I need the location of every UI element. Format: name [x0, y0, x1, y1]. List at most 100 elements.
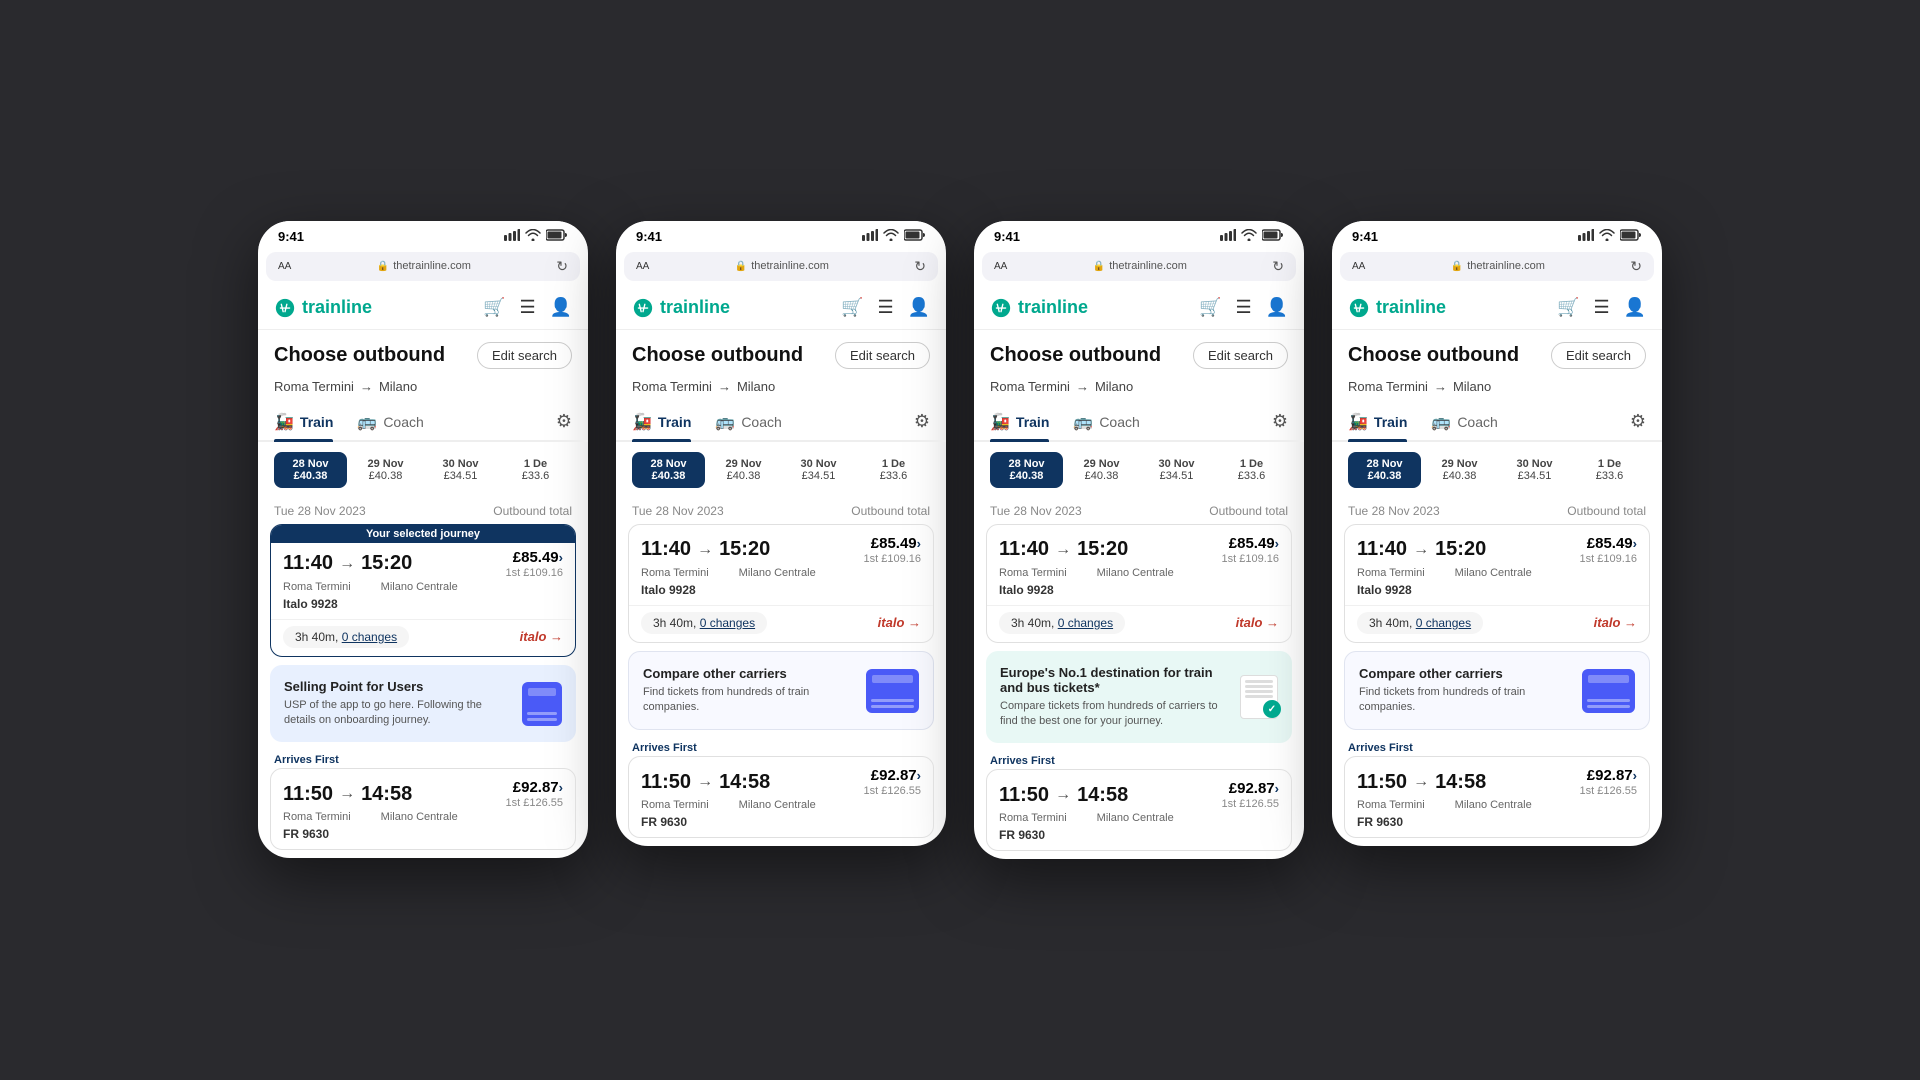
tabs-row: 🚂 Train 🚌 Coach ⚙: [1332, 404, 1662, 442]
banner-card[interactable]: Compare other carriers Find tickets from…: [1344, 651, 1650, 731]
date-pill-3[interactable]: 1 De £33.6: [499, 452, 572, 488]
browser-bar[interactable]: AA 🔒 thetrainline.com ↻: [624, 252, 938, 281]
edit-search-button[interactable]: Edit search: [1193, 342, 1288, 369]
journey-times: 11:40 → 15:20: [641, 538, 770, 561]
date-pill-0[interactable]: 28 Nov £40.38: [632, 452, 705, 488]
date-pill-1[interactable]: 29 Nov £40.38: [1423, 452, 1496, 488]
journey-card-0[interactable]: Your selected journey 11:40 → 15:20 £85.…: [270, 524, 576, 657]
menu-icon[interactable]: ☰: [877, 297, 893, 318]
menu-icon[interactable]: ☰: [519, 297, 535, 318]
changes-link[interactable]: 0 changes: [1416, 616, 1471, 630]
edit-search-button[interactable]: Edit search: [835, 342, 930, 369]
tab-coach[interactable]: 🚌 Coach: [715, 404, 781, 440]
route-to: Milano: [1453, 379, 1491, 394]
route-arrow: →: [360, 379, 373, 394]
changes-tag: 3h 40m, 0 changes: [999, 612, 1125, 634]
trainline-logo[interactable]: trainline: [990, 297, 1088, 319]
profile-icon[interactable]: 👤: [1266, 297, 1288, 318]
date-pill-2[interactable]: 30 Nov £34.51: [424, 452, 497, 488]
filter-icon[interactable]: ⚙: [1630, 411, 1646, 432]
browser-bar[interactable]: AA 🔒 thetrainline.com ↻: [266, 252, 580, 281]
wifi-icon: [883, 229, 899, 244]
banner-card[interactable]: Compare other carriers Find tickets from…: [628, 651, 934, 731]
af-price-block: £92.87› 1st £126.55: [1222, 780, 1280, 810]
tabs-row: 🚂 Train 🚌 Coach ⚙: [258, 404, 588, 442]
date-pill-0[interactable]: 28 Nov £40.38: [274, 452, 347, 488]
tab-coach[interactable]: 🚌 Coach: [357, 404, 423, 440]
journey-price-block: £85.49› 1st £109.16: [1222, 535, 1280, 565]
tab-train[interactable]: 🚂 Train: [632, 404, 691, 440]
signal-icon: [1220, 229, 1236, 244]
journey-arrow: →: [1055, 541, 1071, 559]
profile-icon[interactable]: 👤: [550, 297, 572, 318]
logo-icon: [274, 297, 296, 319]
af-arrow: →: [339, 785, 355, 803]
battery-icon: [546, 229, 568, 244]
section-header: Tue 28 Nov 2023 Outbound total: [258, 498, 588, 524]
filter-icon[interactable]: ⚙: [1272, 411, 1288, 432]
af-price-block: £92.87› 1st £126.55: [506, 779, 564, 809]
basket-icon[interactable]: 🛒: [1557, 297, 1579, 318]
filter-icon[interactable]: ⚙: [914, 411, 930, 432]
refresh-icon[interactable]: ↻: [914, 258, 926, 275]
af-train-ref: FR 9630: [283, 827, 563, 841]
tab-train[interactable]: 🚂 Train: [1348, 404, 1407, 440]
af-time-row: 11:50 → 14:58 £92.87› 1st £126.55: [641, 767, 921, 797]
trainline-logo[interactable]: trainline: [632, 297, 730, 319]
arrives-first-card[interactable]: 11:50 → 14:58 £92.87› 1st £126.55 Roma T…: [986, 769, 1292, 851]
date-pill-2[interactable]: 30 Nov £34.51: [782, 452, 855, 488]
af-arrow: →: [1413, 773, 1429, 791]
filter-icon[interactable]: ⚙: [556, 411, 572, 432]
date-pill-3[interactable]: 1 De £33.6: [857, 452, 930, 488]
banner-card[interactable]: Selling Point for Users USP of the app t…: [270, 665, 576, 743]
date-pill-1[interactable]: 29 Nov £40.38: [349, 452, 422, 488]
banner-text: Selling Point for Users USP of the app t…: [284, 679, 512, 729]
arrives-first-card[interactable]: 11:50 → 14:58 £92.87› 1st £126.55 Roma T…: [270, 768, 576, 850]
refresh-icon[interactable]: ↻: [1630, 258, 1642, 275]
profile-icon[interactable]: 👤: [908, 297, 930, 318]
date-scroll: 28 Nov £40.38 29 Nov £40.38 30 Nov £34.5…: [974, 442, 1304, 498]
edit-search-button[interactable]: Edit search: [477, 342, 572, 369]
date-pill-2[interactable]: 30 Nov £34.51: [1140, 452, 1213, 488]
trainline-logo[interactable]: trainline: [274, 297, 372, 319]
browser-bar[interactable]: AA 🔒 thetrainline.com ↻: [1340, 252, 1654, 281]
date-label: 28 Nov: [994, 458, 1059, 470]
date-pill-0[interactable]: 28 Nov £40.38: [990, 452, 1063, 488]
journey-card-0[interactable]: 11:40 → 15:20 £85.49› 1st £109.16 Roma T…: [986, 524, 1292, 643]
banner-card[interactable]: Europe's No.1 destination for train and …: [986, 651, 1292, 744]
journey-footer: 3h 40m, 0 changes italo →: [987, 605, 1291, 642]
edit-search-button[interactable]: Edit search: [1551, 342, 1646, 369]
arrives-first-card[interactable]: 11:50 → 14:58 £92.87› 1st £126.55 Roma T…: [1344, 756, 1650, 838]
basket-icon[interactable]: 🛒: [1199, 297, 1221, 318]
tab-coach[interactable]: 🚌 Coach: [1073, 404, 1139, 440]
changes-link[interactable]: 0 changes: [1058, 616, 1113, 630]
journey-card-0[interactable]: 11:40 → 15:20 £85.49› 1st £109.16 Roma T…: [1344, 524, 1650, 643]
date-scroll: 28 Nov £40.38 29 Nov £40.38 30 Nov £34.5…: [616, 442, 946, 498]
date-pill-1[interactable]: 29 Nov £40.38: [707, 452, 780, 488]
changes-link[interactable]: 0 changes: [700, 616, 755, 630]
date-pill-2[interactable]: 30 Nov £34.51: [1498, 452, 1571, 488]
date-price: £33.6: [861, 470, 926, 482]
refresh-icon[interactable]: ↻: [556, 258, 568, 275]
basket-icon[interactable]: 🛒: [483, 297, 505, 318]
tab-train[interactable]: 🚂 Train: [990, 404, 1049, 440]
browser-bar[interactable]: AA 🔒 thetrainline.com ↻: [982, 252, 1296, 281]
trainline-logo[interactable]: trainline: [1348, 297, 1446, 319]
date-price: £40.38: [278, 470, 343, 482]
menu-icon[interactable]: ☰: [1235, 297, 1251, 318]
tab-train[interactable]: 🚂 Train: [274, 404, 333, 440]
menu-icon[interactable]: ☰: [1593, 297, 1609, 318]
train-tab-icon: 🚂: [632, 412, 652, 432]
refresh-icon[interactable]: ↻: [1272, 258, 1284, 275]
arrives-first-card[interactable]: 11:50 → 14:58 £92.87› 1st £126.55 Roma T…: [628, 756, 934, 838]
changes-link[interactable]: 0 changes: [342, 630, 397, 644]
tab-coach[interactable]: 🚌 Coach: [1431, 404, 1497, 440]
banner-description: Compare tickets from hundreds of carrier…: [1000, 699, 1230, 730]
journey-card-0[interactable]: 11:40 → 15:20 £85.49› 1st £109.16 Roma T…: [628, 524, 934, 643]
date-pill-3[interactable]: 1 De £33.6: [1573, 452, 1646, 488]
basket-icon[interactable]: 🛒: [841, 297, 863, 318]
date-pill-0[interactable]: 28 Nov £40.38: [1348, 452, 1421, 488]
date-pill-1[interactable]: 29 Nov £40.38: [1065, 452, 1138, 488]
profile-icon[interactable]: 👤: [1624, 297, 1646, 318]
date-pill-3[interactable]: 1 De £33.6: [1215, 452, 1288, 488]
